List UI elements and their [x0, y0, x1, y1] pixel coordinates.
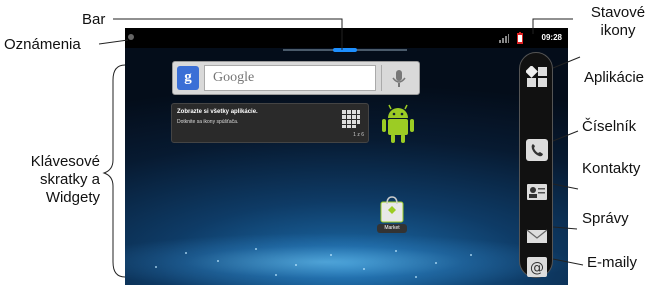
callout-bar: Bar — [82, 11, 106, 28]
callout-lines — [98, 18, 584, 278]
callout-contacts: Kontakty — [582, 160, 641, 177]
callout-dialer: Číselník — [582, 118, 637, 135]
callout-messages: Správy — [582, 210, 629, 227]
callout-shortcuts-widgets: Klávesové skratky a Widgety — [30, 153, 100, 206]
callout-notifications: Oznámenia — [4, 36, 81, 53]
callout-apps: Aplikácie — [584, 69, 645, 86]
callout-status-icons: Stavové ikony — [590, 4, 646, 39]
callout-email: E-maily — [587, 254, 638, 271]
